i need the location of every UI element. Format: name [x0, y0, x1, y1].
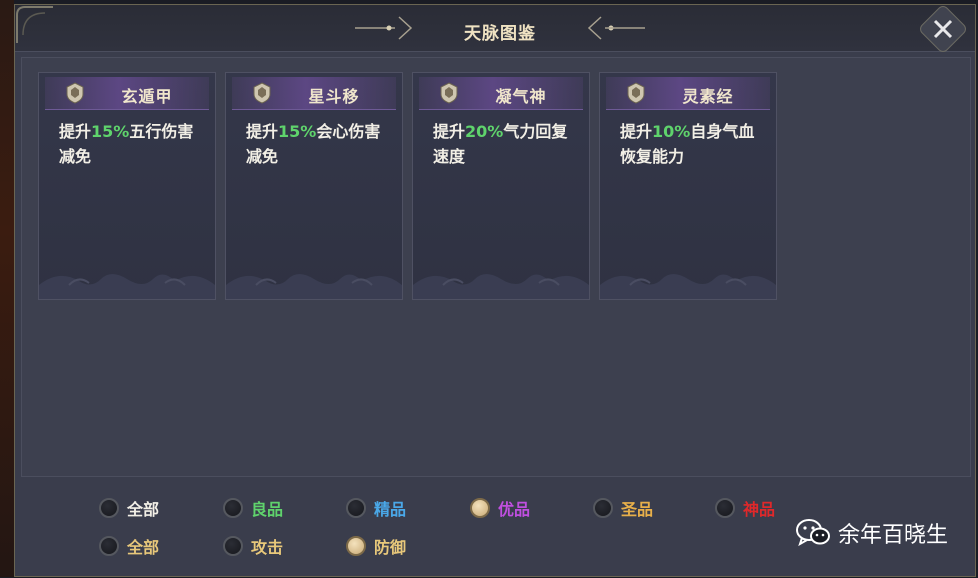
bonus-value: 20% [465, 122, 504, 141]
shield-emblem-icon [66, 82, 84, 104]
bonus-value: 10% [652, 122, 691, 141]
shield-emblem-icon [440, 82, 458, 104]
radio-button[interactable] [99, 498, 119, 518]
filter-label: 圣品 [621, 500, 654, 519]
filter-quality-sacred[interactable]: 圣品 [593, 495, 653, 521]
filter-quality-good[interactable]: 良品 [223, 495, 283, 521]
card-header: 凝气神 [419, 77, 583, 110]
filter-label: 全部 [127, 500, 160, 519]
skill-card[interactable]: 凝气神 提升20%气力回复速度 [412, 72, 590, 300]
card-description: 提升15%五行伤害减免 [59, 122, 194, 166]
filter-type-attack[interactable]: 攻击 [223, 533, 283, 559]
radio-button[interactable] [470, 498, 490, 518]
card-name: 凝气神 [495, 87, 547, 106]
watermark-text: 余年百晓生 [837, 523, 948, 548]
title-plate: 天脉图鉴 [355, 9, 645, 47]
title-bar: 天脉图鉴 [15, 3, 975, 55]
card-name: 玄遁甲 [121, 87, 173, 106]
radio-button[interactable] [593, 498, 613, 518]
card-header: 玄遁甲 [45, 77, 209, 110]
filter-label: 全部 [127, 538, 160, 557]
filter-label: 精品 [374, 500, 407, 519]
wave-ornament-icon [413, 274, 589, 299]
filter-label: 优品 [498, 500, 531, 519]
radio-button[interactable] [223, 536, 243, 556]
filter-label: 防御 [374, 538, 407, 557]
filter-label: 良品 [251, 500, 284, 519]
card-description: 提升20%气力回复速度 [433, 122, 568, 166]
radio-button[interactable] [99, 536, 119, 556]
radio-button[interactable] [346, 536, 366, 556]
filter-quality-superior[interactable]: 优品 [470, 495, 530, 521]
filter-type-defense[interactable]: 防御 [346, 533, 406, 559]
card-description: 提升10%自身气血恢复能力 [620, 122, 755, 166]
filter-label: 神品 [743, 500, 776, 519]
card-header: 星斗移 [232, 77, 396, 110]
background-strip [0, 0, 14, 577]
close-button[interactable] [917, 3, 969, 55]
wave-ornament-icon [600, 274, 776, 299]
card-name: 灵素经 [682, 87, 734, 106]
skill-card[interactable]: 玄遁甲 提升15%五行伤害减免 [38, 72, 216, 300]
bonus-value: 15% [91, 122, 130, 141]
window-title: 天脉图鉴 [464, 24, 536, 44]
radio-button[interactable] [346, 498, 366, 518]
radio-button[interactable] [223, 498, 243, 518]
wave-ornament-icon [39, 274, 215, 299]
wave-ornament-icon [226, 274, 402, 299]
card-name: 星斗移 [308, 87, 360, 106]
filter-label: 攻击 [251, 538, 284, 557]
codex-window: 天脉图鉴 玄遁甲 提升15%五行伤害减免 星斗移 提升15%会心伤害减免 凝气神… [14, 3, 976, 577]
filter-type-all[interactable]: 全部 [99, 533, 159, 559]
card-description: 提升15%会心伤害减免 [246, 122, 381, 166]
skill-card[interactable]: 星斗移 提升15%会心伤害减免 [225, 72, 403, 300]
watermark: 余年百晓生 [795, 517, 948, 549]
close-icon [933, 19, 953, 39]
filter-quality-divine[interactable]: 神品 [715, 495, 775, 521]
skill-card[interactable]: 灵素经 提升10%自身气血恢复能力 [599, 72, 777, 300]
card-grid: 玄遁甲 提升15%五行伤害减免 星斗移 提升15%会心伤害减免 凝气神 提升20… [21, 57, 971, 477]
filter-quality-fine[interactable]: 精品 [346, 495, 406, 521]
filter-quality-all[interactable]: 全部 [99, 495, 159, 521]
wechat-icon [795, 519, 830, 547]
corner-ornament-icon [16, 6, 53, 43]
radio-button[interactable] [715, 498, 735, 518]
shield-emblem-icon [253, 82, 271, 104]
bonus-value: 15% [278, 122, 317, 141]
title-ornament-right-icon [587, 16, 645, 40]
card-header: 灵素经 [606, 77, 770, 110]
shield-emblem-icon [627, 82, 645, 104]
